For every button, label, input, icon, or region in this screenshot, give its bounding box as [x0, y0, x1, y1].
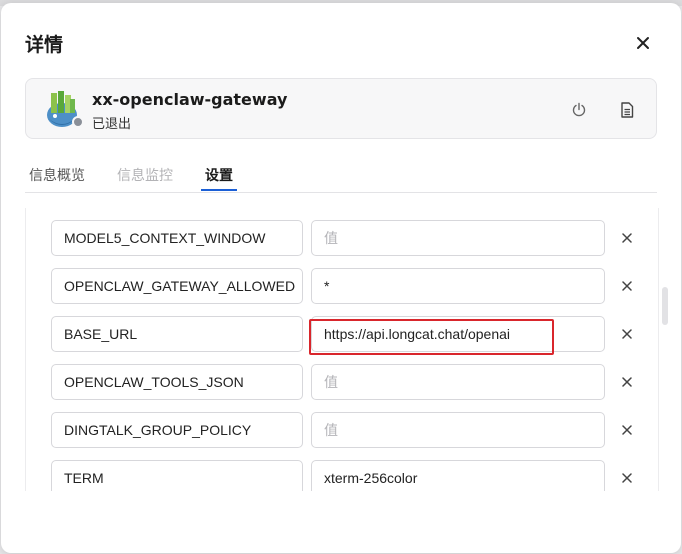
env-value-field[interactable]: https://api.longcat.chat/openai	[311, 316, 605, 352]
env-var-row: OPENCLAW_TOOLS_JSON 值	[51, 364, 651, 400]
close-icon	[622, 329, 632, 339]
tab-settings[interactable]: 设置	[205, 165, 233, 185]
remove-row-button[interactable]	[617, 276, 637, 296]
env-key-field[interactable]: DINGTALK_GROUP_POLICY	[51, 412, 303, 448]
power-button[interactable]	[567, 98, 591, 122]
env-key-field[interactable]: MODEL5_CONTEXT_WINDOW	[51, 220, 303, 256]
power-icon	[572, 102, 586, 117]
env-key-field[interactable]: TERM	[51, 460, 303, 491]
env-value-field[interactable]: *	[311, 268, 605, 304]
close-button[interactable]	[629, 29, 657, 57]
dialog-title: 详情	[25, 34, 64, 56]
env-var-row: MODEL5_CONTEXT_WINDOW 值	[51, 220, 651, 256]
env-value-field[interactable]: 值	[311, 220, 605, 256]
close-icon	[622, 233, 632, 243]
env-key-field[interactable]: OPENCLAW_GATEWAY_ALLOWED	[51, 268, 303, 304]
scrollbar-thumb[interactable]	[662, 287, 668, 325]
document-icon	[621, 102, 634, 118]
status-indicator	[72, 116, 84, 128]
close-icon	[637, 37, 649, 49]
env-var-row: OPENCLAW_GATEWAY_ALLOWED *	[51, 268, 651, 304]
env-key-field[interactable]: BASE_URL	[51, 316, 303, 352]
tab-monitoring[interactable]: 信息监控	[117, 165, 173, 185]
remove-row-button[interactable]	[617, 228, 637, 248]
logs-button[interactable]	[615, 98, 639, 122]
close-icon	[622, 425, 632, 435]
close-icon	[622, 473, 632, 483]
remove-row-button[interactable]	[617, 468, 637, 488]
remove-row-button[interactable]	[617, 420, 637, 440]
remove-row-button[interactable]	[617, 372, 637, 392]
app-name: xx-openclaw-gateway	[92, 90, 288, 109]
env-value-field[interactable]: 值	[311, 364, 605, 400]
env-key-field[interactable]: OPENCLAW_TOOLS_JSON	[51, 364, 303, 400]
details-dialog: 详情 xx-openclaw-gateway 已退出 信息概览 信息监控 设置 …	[1, 3, 681, 553]
tab-bar: 信息概览 信息监控 设置	[25, 163, 657, 193]
env-var-list: MODEL5_CONTEXT_WINDOW 值 OPENCLAW_GATEWAY…	[25, 208, 659, 491]
env-value-field[interactable]: 值	[311, 412, 605, 448]
tab-overview[interactable]: 信息概览	[29, 165, 85, 185]
env-var-row: TERM xterm-256color	[51, 460, 651, 491]
env-value-field[interactable]: xterm-256color	[311, 460, 605, 491]
remove-row-button[interactable]	[617, 324, 637, 344]
close-icon	[622, 377, 632, 387]
env-var-row: BASE_URL https://api.longcat.chat/openai	[51, 316, 651, 352]
env-var-row: DINGTALK_GROUP_POLICY 值	[51, 412, 651, 448]
close-icon	[622, 281, 632, 291]
active-tab-indicator	[201, 189, 237, 191]
app-status: 已退出	[92, 117, 132, 132]
app-card: xx-openclaw-gateway 已退出	[25, 78, 657, 139]
